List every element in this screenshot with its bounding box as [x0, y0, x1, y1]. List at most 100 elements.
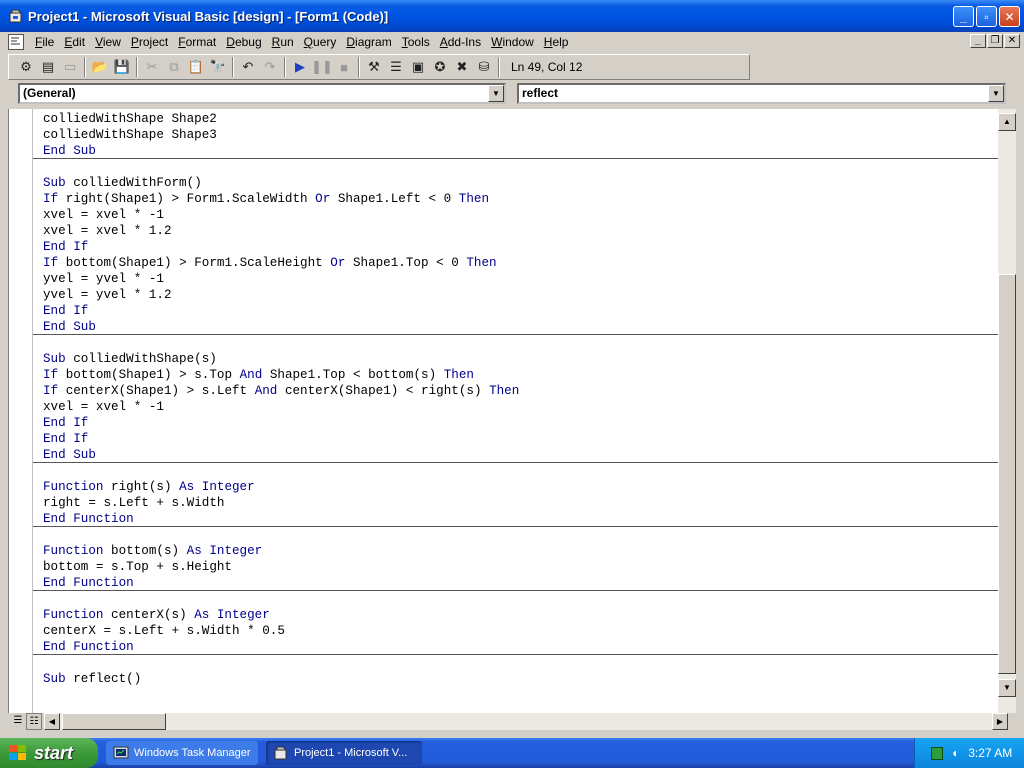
code-line[interactable] [43, 463, 519, 479]
maximize-button[interactable]: ▫ [976, 6, 997, 27]
menu-editor-icon[interactable]: ▭ [59, 56, 81, 78]
code-line[interactable]: xvel = xvel * -1 [43, 207, 519, 223]
procedure-combo[interactable]: reflect ▼ [517, 83, 1006, 104]
data-view-icon[interactable]: ⛁ [473, 56, 495, 78]
code-line[interactable]: End If [43, 431, 519, 447]
code-line[interactable] [43, 655, 519, 671]
open-folder-icon[interactable]: 📂 [89, 56, 111, 78]
redo-icon[interactable]: ↷ [259, 56, 281, 78]
paste-icon[interactable]: 📋 [185, 56, 207, 78]
taskbar-task-manager[interactable]: Windows Task Manager [106, 741, 258, 765]
vertical-scroll-thumb[interactable] [998, 274, 1016, 674]
code-line[interactable]: centerX = s.Left + s.Width * 0.5 [43, 623, 519, 639]
code-line[interactable]: End If [43, 415, 519, 431]
code-line[interactable]: If centerX(Shape1) > s.Left And centerX(… [43, 383, 519, 399]
object-dropdown-arrow-icon[interactable]: ▼ [488, 85, 504, 102]
mdi-minimize-button[interactable]: _ [970, 34, 986, 48]
start-button[interactable]: start [0, 738, 98, 768]
horizontal-scroll-thumb[interactable] [62, 713, 166, 730]
menu-tools[interactable]: Tools [397, 33, 435, 51]
code-text[interactable]: colliedWithShape Shape2 colliedWithShape … [43, 111, 519, 687]
code-line[interactable]: If right(Shape1) > Form1.ScaleWidth Or S… [43, 191, 519, 207]
add-project-icon[interactable]: ⚙ [15, 56, 37, 78]
code-line[interactable] [43, 591, 519, 607]
pause-icon[interactable]: ❚❚ [311, 56, 333, 78]
menu-help[interactable]: Help [539, 33, 574, 51]
properties-window-icon[interactable]: ☰ [385, 56, 407, 78]
scroll-down-button[interactable]: ▼ [998, 679, 1016, 697]
code-line[interactable]: End Sub [43, 319, 519, 335]
code-line[interactable]: yvel = yvel * 1.2 [43, 287, 519, 303]
full-module-view-icon[interactable]: ☷ [26, 713, 42, 730]
menu-edit[interactable]: Edit [59, 33, 90, 51]
code-line[interactable]: End Function [43, 639, 519, 655]
menu-format[interactable]: Format [173, 33, 221, 51]
code-line[interactable]: Sub colliedWithShape(s) [43, 351, 519, 367]
menu-project[interactable]: Project [126, 33, 173, 51]
stop-icon[interactable]: ■ [333, 56, 355, 78]
code-line[interactable]: Sub reflect() [43, 671, 519, 687]
project-explorer-icon[interactable]: ⚒ [363, 56, 385, 78]
scroll-right-button[interactable]: ▶ [992, 713, 1008, 730]
run-icon[interactable]: ▶ [289, 56, 311, 78]
menu-diagram[interactable]: Diagram [341, 33, 396, 51]
scroll-left-button[interactable]: ◀ [44, 713, 60, 730]
menu-debug[interactable]: Debug [221, 33, 266, 51]
code-line[interactable]: right = s.Left + s.Width [43, 495, 519, 511]
code-line[interactable]: xvel = xvel * 1.2 [43, 223, 519, 239]
procedure-view-icon[interactable]: ☰ [10, 713, 26, 730]
menu-window[interactable]: Window [486, 33, 539, 51]
object-combo[interactable]: (General) ▼ [18, 83, 506, 104]
copy-icon[interactable]: ⧉ [163, 56, 185, 78]
object-browser-icon[interactable]: ✪ [429, 56, 451, 78]
code-line[interactable]: End Function [43, 511, 519, 527]
menu-query[interactable]: Query [299, 33, 342, 51]
code-line[interactable] [43, 159, 519, 175]
code-editor[interactable]: colliedWithShape Shape2 colliedWithShape … [8, 109, 998, 713]
code-line[interactable]: If bottom(Shape1) > s.Top And Shape1.Top… [43, 367, 519, 383]
code-line[interactable]: colliedWithShape Shape2 [43, 111, 519, 127]
horizontal-scrollbar[interactable]: ◀ ▶ [44, 713, 1008, 730]
code-line[interactable]: Sub colliedWithForm() [43, 175, 519, 191]
close-button[interactable]: ✕ [999, 6, 1020, 27]
code-margin[interactable] [9, 109, 33, 713]
taskbar: start Windows Task Manager Project1 - Mi… [0, 738, 1024, 768]
cut-icon[interactable]: ✂ [141, 56, 163, 78]
code-line[interactable]: Function right(s) As Integer [43, 479, 519, 495]
vertical-scrollbar[interactable]: ▲ ▼ [998, 109, 1016, 713]
taskbar-project1[interactable]: Project1 - Microsoft V... [266, 741, 422, 765]
title-bar[interactable]: Project1 - Microsoft Visual Basic [desig… [0, 0, 1024, 32]
mdi-close-button[interactable]: ✕ [1004, 34, 1020, 48]
form-layout-icon[interactable]: ▣ [407, 56, 429, 78]
code-line[interactable]: colliedWithShape Shape3 [43, 127, 519, 143]
code-line[interactable]: End If [43, 303, 519, 319]
code-line[interactable]: Function bottom(s) As Integer [43, 543, 519, 559]
code-line[interactable]: End If [43, 239, 519, 255]
add-form-icon[interactable]: ▤ [37, 56, 59, 78]
code-line[interactable]: yvel = yvel * -1 [43, 271, 519, 287]
code-line[interactable]: End Sub [43, 447, 519, 463]
menu-view[interactable]: View [90, 33, 126, 51]
toolbox-icon[interactable]: ✖ [451, 56, 473, 78]
procedure-dropdown-arrow-icon[interactable]: ▼ [988, 85, 1004, 102]
minimize-button[interactable]: _ [953, 6, 974, 27]
code-line[interactable]: If bottom(Shape1) > Form1.ScaleHeight Or… [43, 255, 519, 271]
save-icon[interactable]: 💾 [111, 56, 133, 78]
code-line[interactable] [43, 527, 519, 543]
code-line[interactable]: bottom = s.Top + s.Height [43, 559, 519, 575]
code-line[interactable] [43, 335, 519, 351]
tray-chevron-icon[interactable]: ◖ [951, 746, 958, 760]
code-line[interactable]: xvel = xvel * -1 [43, 399, 519, 415]
code-line[interactable]: End Function [43, 575, 519, 591]
menu-run[interactable]: Run [267, 33, 299, 51]
undo-icon[interactable]: ↶ [237, 56, 259, 78]
menu-file[interactable]: File [30, 33, 59, 51]
find-icon[interactable]: 🔭 [207, 56, 229, 78]
mdi-restore-button[interactable]: ❐ [987, 34, 1003, 48]
scroll-up-button[interactable]: ▲ [998, 113, 1016, 131]
code-window-icon[interactable] [8, 34, 24, 50]
menu-add-ins[interactable]: Add-Ins [435, 33, 486, 51]
task-manager-tray-icon[interactable] [931, 746, 943, 760]
code-line[interactable]: End Sub [43, 143, 519, 159]
code-line[interactable]: Function centerX(s) As Integer [43, 607, 519, 623]
